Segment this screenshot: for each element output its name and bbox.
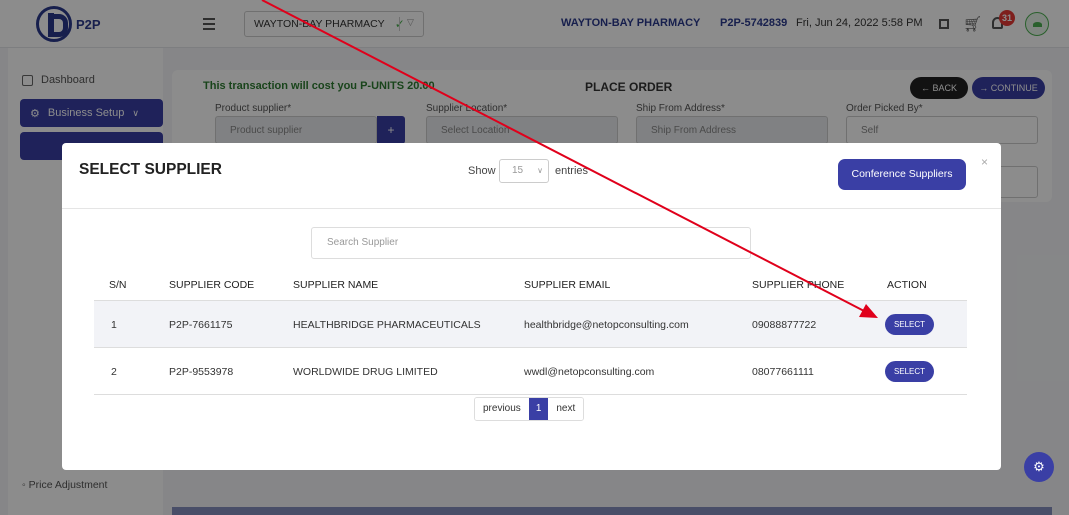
- entries-value: 15: [512, 165, 524, 176]
- row-supplier-name: WORLDWIDE DRUG LIMITED: [293, 366, 438, 378]
- column-header: S/N: [109, 279, 127, 291]
- column-header: SUPPLIER PHONE: [752, 279, 845, 291]
- column-header: ACTION: [887, 279, 927, 291]
- row-supplier-code: P2P-9553978: [169, 366, 234, 378]
- select-supplier-modal: SELECT SUPPLIER Show 15 ∨ entries Confer…: [62, 143, 1001, 470]
- row-sn: 1: [111, 319, 117, 331]
- row-supplier-email: healthbridge@netopconsulting.com: [524, 319, 689, 331]
- close-icon[interactable]: ×: [981, 155, 988, 169]
- next-page-button[interactable]: next: [548, 398, 584, 420]
- table-row: 1 P2P-7661175 HEALTHBRIDGE PHARMACEUTICA…: [94, 301, 967, 348]
- search-supplier-input[interactable]: Search Supplier: [311, 227, 751, 259]
- table-row: 2 P2P-9553978 WORLDWIDE DRUG LIMITED wwd…: [94, 348, 967, 395]
- previous-page-button[interactable]: previous: [475, 398, 529, 420]
- show-label: Show: [468, 165, 496, 177]
- modal-title: SELECT SUPPLIER: [79, 161, 222, 178]
- chevron-down-icon: ∨: [537, 166, 543, 175]
- entries-label: entries: [555, 165, 589, 177]
- modal-header: SELECT SUPPLIER Show 15 ∨ entries Confer…: [62, 143, 1001, 209]
- pagination: previous 1 next: [474, 397, 585, 421]
- column-header: SUPPLIER NAME: [293, 279, 379, 291]
- column-header: SUPPLIER EMAIL: [524, 279, 611, 291]
- row-supplier-phone: 09088877722: [752, 319, 817, 331]
- row-supplier-name: HEALTHBRIDGE PHARMACEUTICALS: [293, 319, 481, 331]
- page-1-button[interactable]: 1: [528, 398, 549, 420]
- row-supplier-code: P2P-7661175: [169, 319, 233, 331]
- row-sn: 2: [111, 366, 117, 378]
- row-supplier-email: wwdl@netopconsulting.com: [524, 366, 655, 378]
- settings-fab-icon[interactable]: ⚙: [1024, 452, 1054, 482]
- select-button[interactable]: SELECT: [885, 314, 934, 335]
- column-header: SUPPLIER CODE: [169, 279, 255, 291]
- entries-select[interactable]: 15 ∨: [499, 159, 549, 183]
- conference-suppliers-button[interactable]: Conference Suppliers: [838, 159, 966, 190]
- select-button[interactable]: SELECT: [885, 361, 934, 382]
- row-supplier-phone: 08077661111: [752, 366, 814, 378]
- table-header: S/N SUPPLIER CODE SUPPLIER NAME SUPPLIER…: [94, 275, 967, 301]
